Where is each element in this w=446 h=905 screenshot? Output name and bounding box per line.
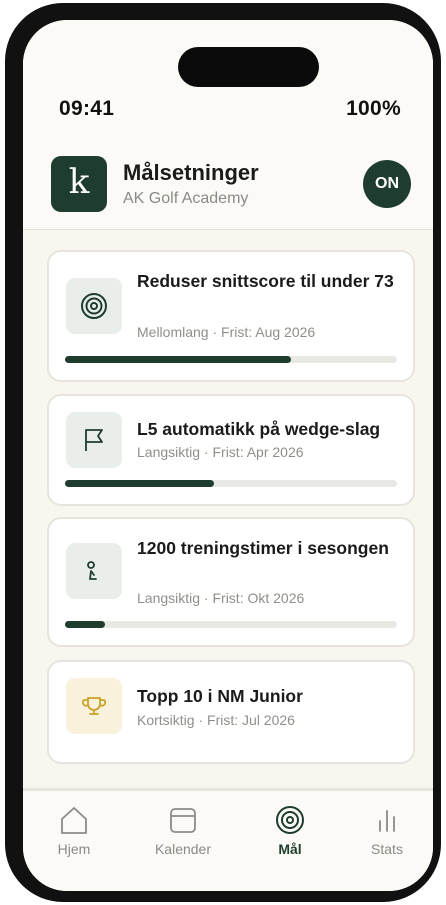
progress-bar (65, 621, 397, 628)
tab-label: Stats (371, 841, 403, 857)
dynamic-island (178, 47, 319, 87)
progress-bar (65, 356, 397, 363)
status-time: 09:41 (59, 97, 115, 120)
target-icon (276, 806, 304, 834)
goal-meta: Kortsiktig · Frist: Jul 2026 (137, 712, 295, 728)
goal-card[interactable]: Topp 10 i NM Junior Kortsiktig · Frist: … (47, 660, 415, 764)
goal-meta: Langsiktig · Frist: Apr 2026 (137, 444, 304, 460)
avatar-initials: ON (375, 175, 399, 192)
tab-label: Kalender (154, 841, 212, 857)
goal-title: L5 automatikk på wedge-slag (137, 419, 381, 439)
app-logo: k (51, 156, 107, 212)
phone-frame: 09:41 100% k Målsetninger AK Golf Academ… (5, 3, 441, 902)
trophy-icon (66, 678, 122, 734)
tab-mal[interactable]: Mål (250, 805, 330, 857)
progress-fill (65, 480, 215, 487)
goal-title: 1200 treningstimer i sesongen (137, 538, 389, 558)
page-title: Målsetninger (123, 160, 259, 185)
goal-card[interactable]: Reduser snittscore til under 73 Mellomla… (47, 250, 415, 382)
goal-meta: Langsiktig · Frist: Okt 2026 (137, 590, 305, 606)
goal-meta: Mellomlang · Frist: Aug 2026 (137, 324, 316, 340)
bar-chart-icon (379, 810, 395, 832)
tab-label: Hjem (57, 841, 91, 857)
tab-stats[interactable]: Stats (347, 805, 427, 857)
page-subtitle: AK Golf Academy (123, 190, 249, 207)
logo-letter: k (68, 162, 90, 202)
goal-card[interactable]: L5 automatikk på wedge-slag Langsiktig ·… (47, 394, 415, 506)
target-icon (66, 278, 122, 334)
goal-card[interactable]: 1200 treningstimer i sesongen Langsiktig… (47, 517, 415, 647)
tab-kalender[interactable]: Kalender (143, 805, 223, 857)
goal-title: Reduser snittscore til under 73 (137, 271, 394, 291)
avatar[interactable]: ON (363, 160, 411, 208)
page-header: k Målsetninger AK Golf Academy ON (23, 140, 433, 230)
home-icon (61, 807, 87, 834)
progress-fill (65, 356, 291, 363)
tab-hjem[interactable]: Hjem (34, 805, 114, 857)
tab-bar: Hjem Kalender Mål Stats (23, 788, 433, 891)
calendar-icon (170, 808, 196, 833)
screen: 09:41 100% k Målsetninger AK Golf Academ… (23, 20, 433, 891)
golfer-icon (66, 543, 122, 599)
status-battery: 100% (346, 97, 401, 120)
progress-bar (65, 480, 397, 487)
tab-label: Mål (278, 841, 302, 857)
goal-title: Topp 10 i NM Junior (137, 686, 303, 706)
progress-fill (65, 621, 105, 628)
flag-icon (66, 412, 122, 468)
